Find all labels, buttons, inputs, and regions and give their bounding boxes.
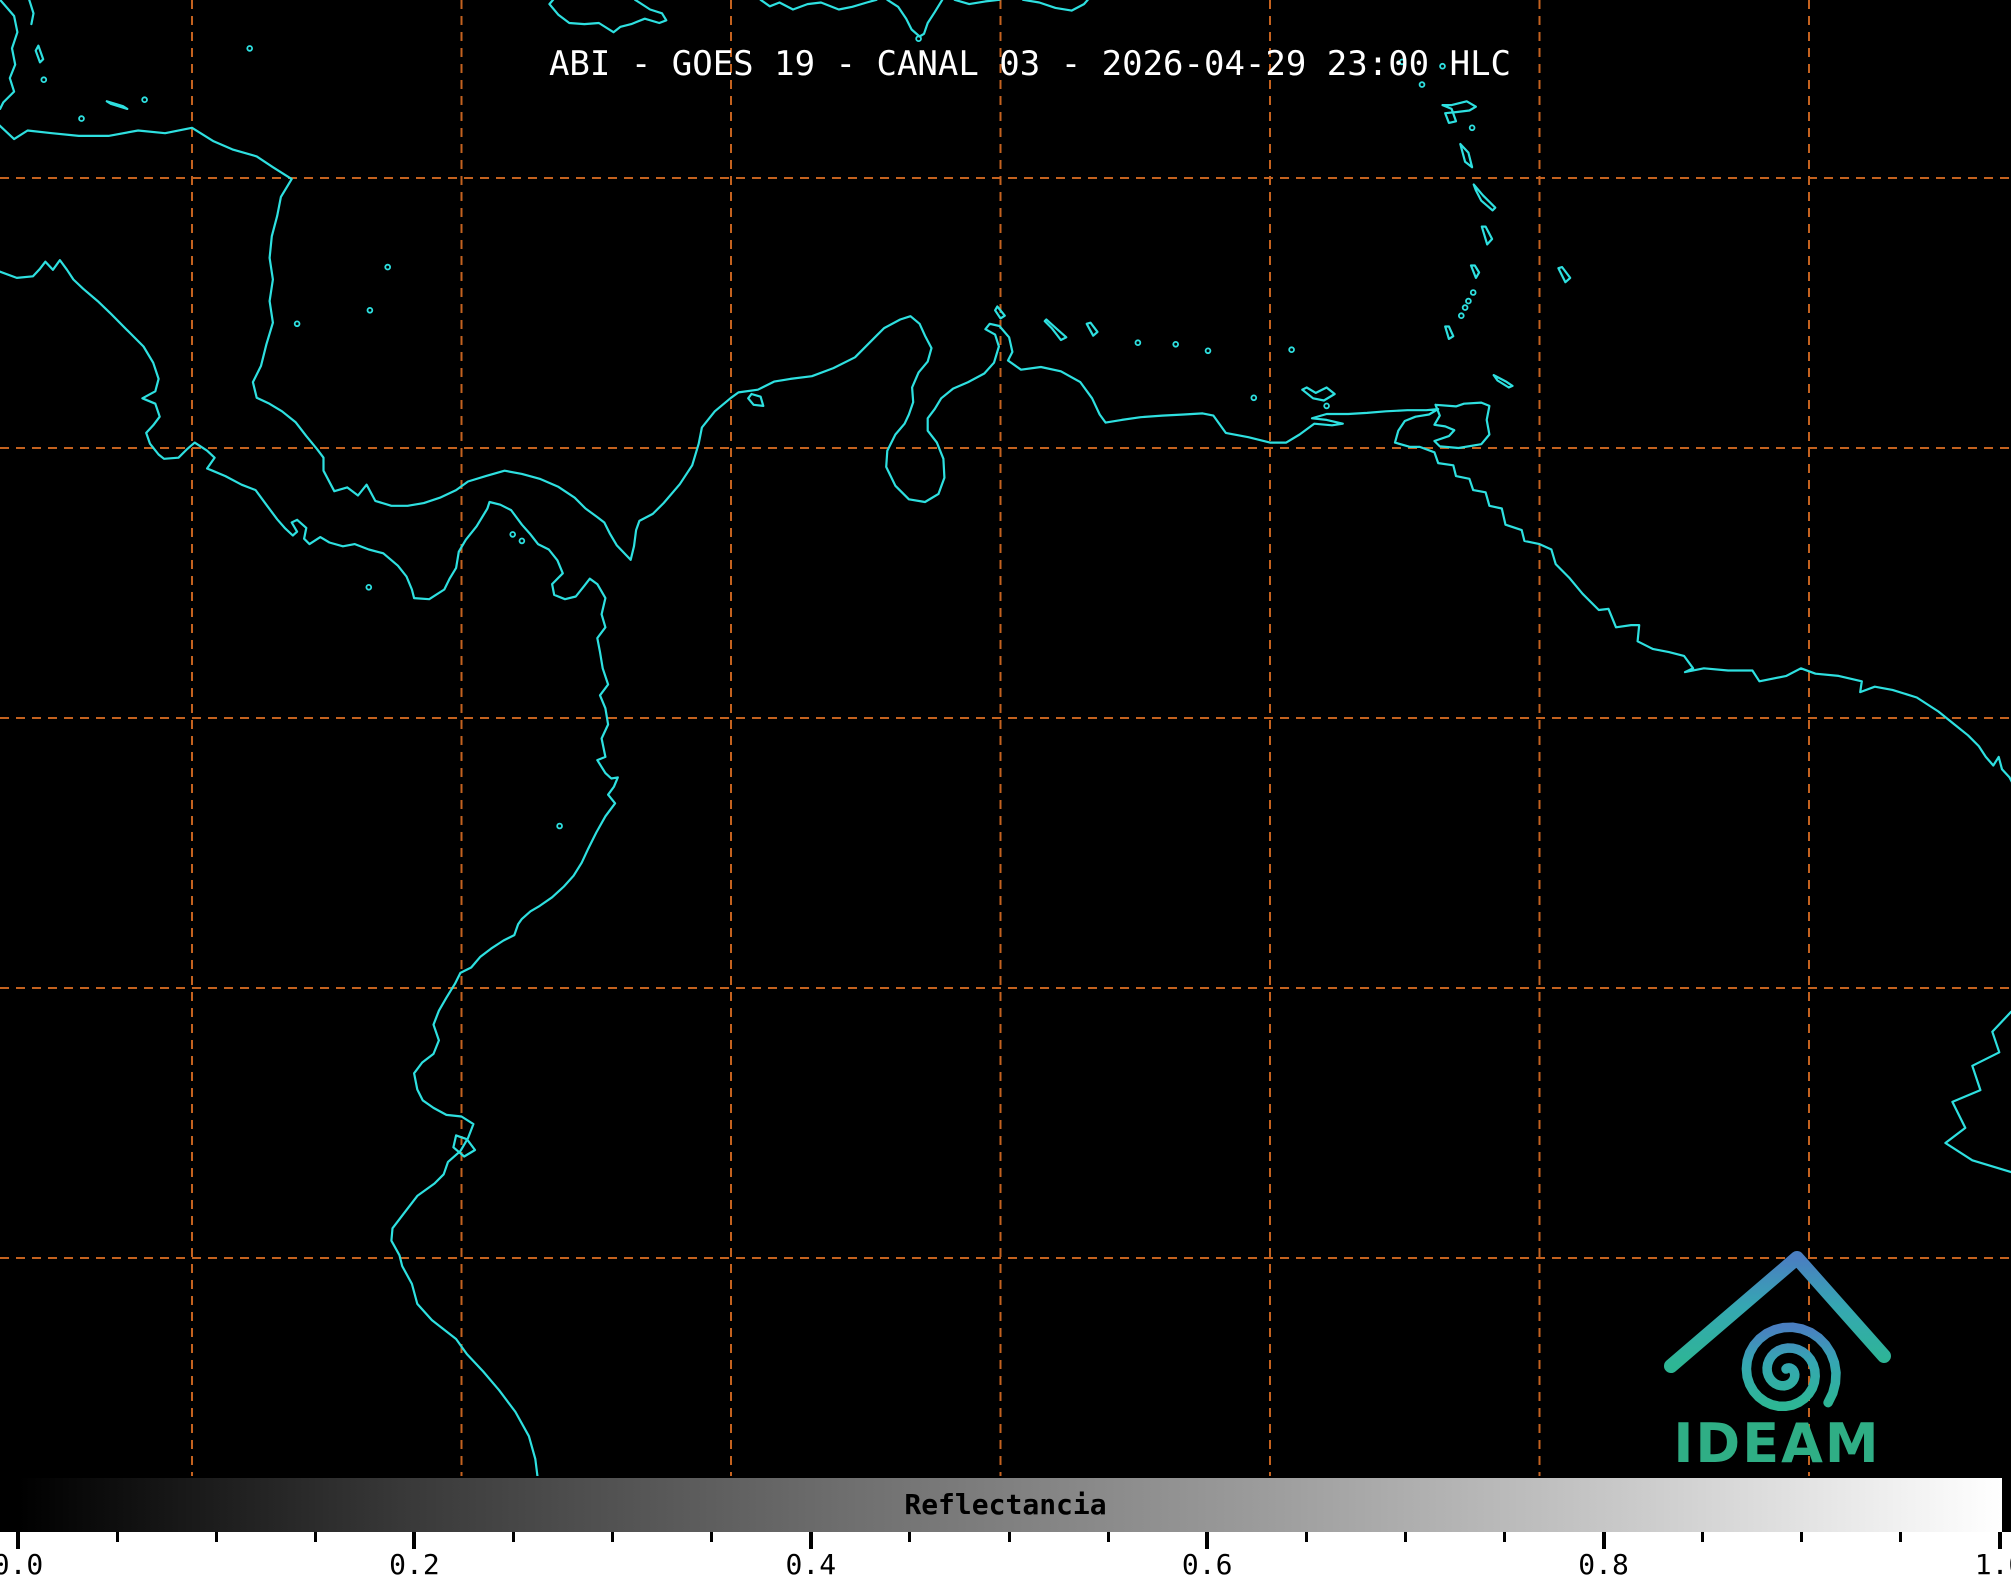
- island-dot-los-roques: [1172, 340, 1179, 348]
- tick-label-0.2: 0.2: [389, 1548, 440, 1577]
- minor-tick: [1800, 1532, 1804, 1542]
- major-tick: [16, 1532, 20, 1549]
- coastline-grenada: [1444, 325, 1455, 340]
- satellite-product: ABI - GOES 19 - CANAL 03 - 2026-04-29 23…: [0, 0, 2011, 1577]
- coastline-dominica: [1459, 142, 1474, 169]
- tick-label-0.4: 0.4: [785, 1548, 837, 1577]
- minor-tick: [1899, 1532, 1903, 1542]
- coastline-st-vincent: [1469, 264, 1481, 279]
- coastline-martinique: [1472, 183, 1497, 212]
- tick-label-0.0: 0.0: [0, 1548, 44, 1577]
- island-dot-guanaja: [141, 96, 148, 103]
- coastline-trinidad: [1433, 401, 1491, 450]
- island-dot-utila: [78, 115, 85, 122]
- island-dot-pearl-island-2: [518, 537, 526, 545]
- colorbar-axis: 0.0 0.2 0.4 0.6 0.8 1.0: [0, 1532, 2011, 1577]
- minor-tick: [611, 1532, 615, 1542]
- island-dot-las-aves: [1134, 339, 1142, 347]
- island-dot-gorgona: [556, 822, 563, 830]
- minor-tick: [908, 1532, 912, 1542]
- island-dot-canouan: [1465, 297, 1472, 305]
- minor-tick: [214, 1532, 218, 1542]
- minor-tick: [313, 1532, 317, 1542]
- island-dot-bequia: [1458, 312, 1465, 320]
- major-tick: [412, 1532, 417, 1549]
- coastline-pacific-mainland: [0, 259, 619, 1482]
- island-dot-coiba: [365, 583, 373, 591]
- coastline-tobago: [1492, 374, 1514, 389]
- minor-tick: [1701, 1532, 1705, 1542]
- minor-tick: [1503, 1532, 1506, 1542]
- island-dot-la-tortuga: [1250, 394, 1258, 402]
- minor-tick: [1304, 1532, 1308, 1542]
- tick-label-1.0: 1.0: [1974, 1548, 2011, 1577]
- major-tick: [1998, 1532, 2002, 1549]
- coastline-hispaniola-tiburon: [759, 0, 878, 11]
- minor-tick: [1007, 1532, 1011, 1542]
- major-tick: [1601, 1532, 1606, 1549]
- minor-tick: [512, 1532, 515, 1542]
- island-dot-coche: [1323, 402, 1330, 410]
- ideam-spiral-icon: [1741, 1322, 1841, 1412]
- coastline-roatan: [105, 100, 129, 111]
- island-dot-san-andres: [366, 306, 374, 314]
- coastline-hispaniola-south-2: [1022, 0, 1089, 12]
- coastline-guadeloupe: [1441, 100, 1478, 125]
- coastline-barbados: [1557, 266, 1572, 284]
- coastline-caribbean-mainland: [0, 124, 2011, 783]
- minor-tick: [115, 1532, 119, 1542]
- tick-label-0.6: 0.6: [1181, 1548, 1233, 1577]
- minor-tick: [1106, 1532, 1110, 1542]
- tick-label-0.8: 0.8: [1578, 1548, 1629, 1577]
- island-dot-pearl-island-1: [509, 531, 517, 538]
- coastline-hispaniola-barahona: [886, 0, 944, 38]
- island-dot-mustique: [1461, 304, 1469, 311]
- coastline-jamaica-south: [548, 0, 668, 34]
- colorbar-label: Reflectancia: [904, 1488, 1107, 1521]
- coastline-st-lucia: [1480, 225, 1494, 246]
- coastline-hispaniola-south-1: [953, 0, 1001, 6]
- ideam-logo: IDEAM: [1664, 1251, 1891, 1475]
- coastline-curacao: [1043, 318, 1068, 342]
- coastline-ambergris-caye: [28, 0, 35, 26]
- coastline-amazon-mouth: [1944, 1010, 2011, 1174]
- major-tick: [1205, 1532, 1210, 1549]
- island-dot-la-blanquilla: [1288, 346, 1295, 354]
- island-dot-beata: [915, 35, 922, 42]
- island-dot-marie-galante: [1468, 124, 1476, 132]
- minor-tick: [1403, 1532, 1407, 1542]
- coastline-bonaire: [1085, 321, 1099, 337]
- ideam-logo-text: IDEAM: [1673, 1412, 1880, 1475]
- coastline-margarita: [1301, 386, 1336, 402]
- minor-tick: [710, 1532, 714, 1542]
- island-dot-la-orchila: [1204, 347, 1212, 355]
- image-title: ABI - GOES 19 - CANAL 03 - 2026-04-29 23…: [548, 44, 1512, 84]
- island-dot-carriacou: [1469, 289, 1477, 296]
- major-tick: [808, 1532, 813, 1549]
- island-dot-corn-island: [293, 320, 301, 328]
- island-dot-providencia: [384, 263, 392, 271]
- coastline-cienaga-santa-marta: [747, 392, 765, 407]
